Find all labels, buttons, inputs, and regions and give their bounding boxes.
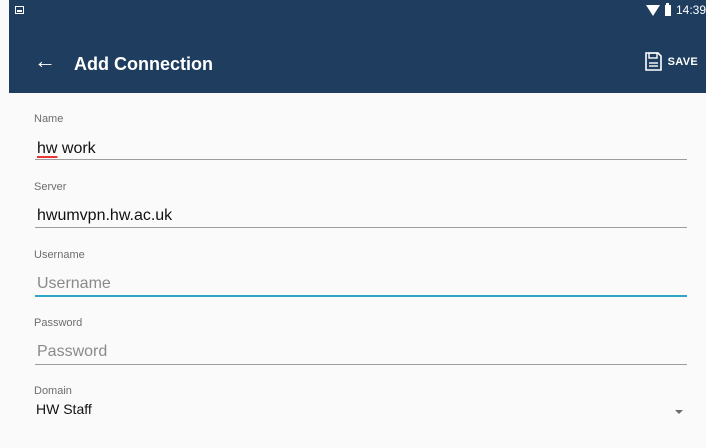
battery-icon	[664, 2, 671, 16]
status-bar: 14:39	[9, 0, 706, 38]
save-button[interactable]: SAVE	[644, 52, 698, 71]
domain-select[interactable]: HW Staff	[36, 401, 92, 417]
password-label: Password	[34, 317, 83, 329]
page-title: Add Connection	[74, 54, 213, 74]
save-label: SAVE	[667, 55, 698, 68]
name-field[interactable]: hw work	[37, 140, 96, 158]
app-window: 14:39 ← Add Connection SAVE Name hw work…	[9, 0, 706, 448]
server-label: Server	[34, 181, 67, 193]
name-label: Name	[34, 113, 64, 125]
username-label: Username	[34, 249, 85, 261]
status-indicators: 14:39	[645, 2, 706, 17]
chevron-down-icon[interactable]	[675, 410, 683, 414]
password-underline	[35, 364, 687, 365]
name-value-misspelled: hw	[37, 140, 58, 157]
name-underline	[35, 159, 687, 160]
name-value-rest: work	[57, 140, 96, 157]
username-field[interactable]: Username	[37, 275, 111, 293]
password-field[interactable]: Password	[37, 343, 107, 361]
back-arrow-icon[interactable]: ←	[34, 50, 56, 72]
screenshot-notification-icon	[15, 6, 24, 14]
app-bar: ← Add Connection SAVE	[9, 38, 706, 93]
domain-label: Domain	[34, 385, 72, 397]
save-icon	[644, 52, 662, 71]
server-underline	[35, 227, 687, 228]
server-field[interactable]: hwumvpn.hw.ac.uk	[37, 207, 172, 225]
username-underline-focused	[35, 295, 687, 297]
status-time: 14:39	[675, 3, 706, 17]
wifi-icon	[645, 4, 660, 16]
